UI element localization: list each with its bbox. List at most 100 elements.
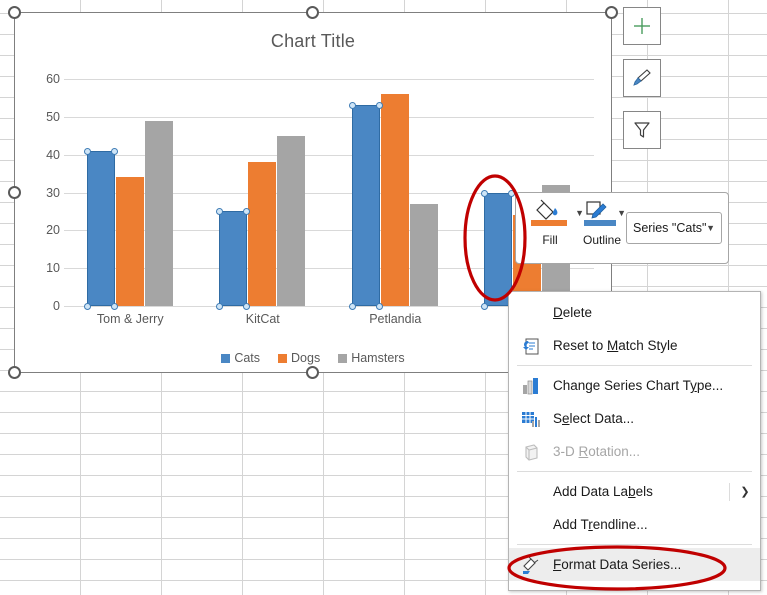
funnel-icon bbox=[631, 119, 653, 141]
menu-item-label: Change Series Chart Type... bbox=[553, 378, 760, 393]
bar-hamsters-0[interactable] bbox=[145, 121, 173, 306]
gridline bbox=[64, 117, 594, 118]
outline-chevron-down-icon[interactable]: ▼ bbox=[617, 208, 626, 218]
rotation-3d-icon bbox=[509, 435, 553, 468]
series-selection-handle[interactable] bbox=[243, 303, 250, 310]
fill-tool[interactable]: ▼ Fill bbox=[526, 199, 574, 247]
format-data-series-icon bbox=[509, 548, 553, 581]
y-axis-tick-label: 40 bbox=[16, 148, 60, 162]
menu-item-no-icon bbox=[509, 475, 553, 508]
x-axis-tick-label: Tom & Jerry bbox=[97, 312, 164, 326]
chart-resize-handle-w[interactable] bbox=[8, 186, 21, 199]
legend-swatch bbox=[221, 354, 230, 363]
fill-label: Fill bbox=[526, 233, 574, 247]
series-selection-handle[interactable] bbox=[481, 303, 488, 310]
chart-resize-handle-ne[interactable] bbox=[605, 6, 618, 19]
bar-cats-3[interactable] bbox=[484, 193, 512, 307]
series-selection-handle[interactable] bbox=[111, 303, 118, 310]
bar-cats-2[interactable] bbox=[352, 105, 380, 306]
menu-item-label: Select Data... bbox=[553, 411, 760, 426]
outline-pen-icon: ▼ bbox=[574, 199, 630, 229]
menu-item-no-icon bbox=[509, 508, 553, 541]
series-selection-handle[interactable] bbox=[111, 148, 118, 155]
menu-item-add-data-labels[interactable]: Add Data Labels❯ bbox=[509, 475, 760, 508]
fill-color-swatch bbox=[531, 220, 567, 226]
y-axis-tick-label: 60 bbox=[16, 72, 60, 86]
series-selection-handle[interactable] bbox=[84, 303, 91, 310]
y-axis-tick-label: 30 bbox=[16, 186, 60, 200]
gridline bbox=[64, 79, 594, 80]
legend-entry-cats[interactable]: Cats bbox=[221, 351, 260, 365]
legend-label: Cats bbox=[234, 351, 260, 365]
bar-cats-1[interactable] bbox=[219, 211, 247, 306]
bar-dogs-0[interactable] bbox=[116, 177, 144, 306]
y-axis-tick-label: 20 bbox=[16, 223, 60, 237]
context-menu[interactable]: Delete Reset to Match Style Change Series … bbox=[508, 291, 761, 591]
series-selection-handle[interactable] bbox=[376, 303, 383, 310]
chart-side-buttons[interactable] bbox=[623, 7, 663, 163]
reset-style-icon bbox=[509, 329, 553, 362]
series-selector-chevron-down-icon[interactable]: ▼ bbox=[706, 223, 715, 233]
legend-label: Dogs bbox=[291, 351, 320, 365]
legend-swatch bbox=[338, 354, 347, 363]
legend-swatch bbox=[278, 354, 287, 363]
series-selection-handle[interactable] bbox=[216, 303, 223, 310]
fill-bucket-icon: ▼ bbox=[526, 199, 574, 229]
menu-item-no-icon bbox=[509, 296, 553, 329]
menu-separator bbox=[517, 365, 752, 366]
y-axis-labels[interactable]: 0 10 20 30 40 50 60 bbox=[15, 73, 60, 313]
menu-item-format-data-series[interactable]: Format Data Series... bbox=[509, 548, 760, 581]
chart-resize-handle-sw[interactable] bbox=[8, 366, 21, 379]
x-axis-tick-label: Petlandia bbox=[369, 312, 421, 326]
menu-item-label: Add Trendline... bbox=[553, 517, 760, 532]
legend-entry-hamsters[interactable]: Hamsters bbox=[338, 351, 404, 365]
y-axis-tick-label: 0 bbox=[16, 299, 60, 313]
menu-item-delete[interactable]: Delete bbox=[509, 296, 760, 329]
outline-color-swatch bbox=[584, 220, 616, 226]
change-chart-type-icon bbox=[509, 369, 553, 402]
series-selector-value: Series "Cats" bbox=[633, 221, 706, 235]
menu-item-reset-to-match-style[interactable]: Reset to Match Style bbox=[509, 329, 760, 362]
chart-styles-button[interactable] bbox=[623, 59, 661, 97]
series-selection-handle[interactable] bbox=[481, 190, 488, 197]
bar-dogs-1[interactable] bbox=[248, 162, 276, 306]
chart-elements-button[interactable] bbox=[623, 7, 661, 45]
menu-item-label: Add Data Labels bbox=[553, 484, 729, 499]
chart-title[interactable]: Chart Title bbox=[15, 31, 611, 52]
menu-item-3-d-rotation: 3-D Rotation... bbox=[509, 435, 760, 468]
x-axis-tick-label: KitCat bbox=[246, 312, 280, 326]
bar-hamsters-1[interactable] bbox=[277, 136, 305, 306]
chart-resize-handle-n[interactable] bbox=[306, 6, 319, 19]
bar-cats-0[interactable] bbox=[87, 151, 115, 306]
legend-label: Hamsters bbox=[351, 351, 404, 365]
plus-icon bbox=[631, 15, 653, 37]
bar-hamsters-2[interactable] bbox=[410, 204, 438, 306]
menu-item-label: Format Data Series... bbox=[553, 557, 760, 572]
chart-resize-handle-nw[interactable] bbox=[8, 6, 21, 19]
plot-area[interactable] bbox=[64, 79, 594, 306]
gridline bbox=[64, 155, 594, 156]
y-axis-tick-label: 10 bbox=[16, 261, 60, 275]
outline-tool[interactable]: ▼ Outline bbox=[574, 199, 630, 247]
legend-entry-dogs[interactable]: Dogs bbox=[278, 351, 320, 365]
series-selector-dropdown[interactable]: Series "Cats" ▼ bbox=[626, 212, 722, 244]
menu-item-select-data[interactable]: Select Data... bbox=[509, 402, 760, 435]
select-data-icon bbox=[509, 402, 553, 435]
menu-item-change-series-chart-type[interactable]: Change Series Chart Type... bbox=[509, 369, 760, 402]
menu-item-label: Reset to Match Style bbox=[553, 338, 760, 353]
chart-resize-handle-s[interactable] bbox=[306, 366, 319, 379]
mini-format-toolbar[interactable]: ▼ Fill ▼ Outline Series "Cats" ▼ bbox=[515, 192, 729, 264]
menu-separator bbox=[517, 544, 752, 545]
paintbrush-icon bbox=[630, 66, 654, 90]
outline-label: Outline bbox=[574, 233, 630, 247]
bar-dogs-2[interactable] bbox=[381, 94, 409, 306]
y-axis-tick-label: 50 bbox=[16, 110, 60, 124]
series-selection-handle[interactable] bbox=[84, 148, 91, 155]
submenu-chevron-right-icon[interactable]: ❯ bbox=[729, 483, 760, 501]
menu-separator bbox=[517, 471, 752, 472]
chart-filters-button[interactable] bbox=[623, 111, 661, 149]
series-selection-handle[interactable] bbox=[349, 303, 356, 310]
menu-item-label: Delete bbox=[553, 305, 760, 320]
menu-item-label: 3-D Rotation... bbox=[553, 444, 760, 459]
menu-item-add-trendline[interactable]: Add Trendline... bbox=[509, 508, 760, 541]
